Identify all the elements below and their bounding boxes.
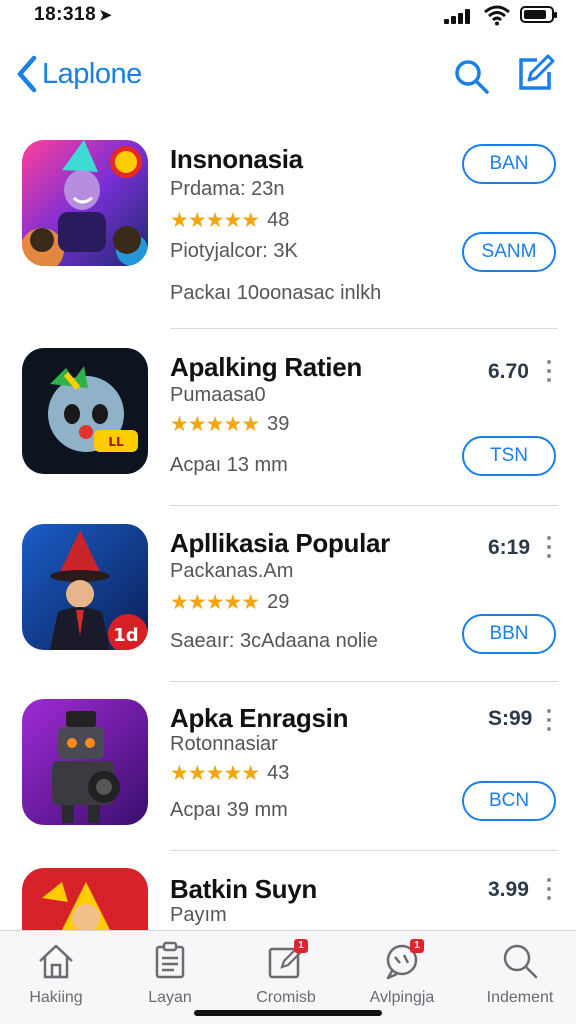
get-button[interactable]: BAN (462, 144, 556, 184)
app-icon[interactable]: 1d (22, 524, 148, 650)
tab-label: Layan (148, 989, 192, 1006)
rating-value: 29 (267, 591, 290, 613)
secondary-button[interactable]: SANM (462, 232, 556, 272)
status-time: 18:318 ➤ (34, 4, 113, 25)
app-icon[interactable]: LL (22, 348, 148, 474)
app-icon[interactable] (22, 140, 148, 266)
app-rating: ★★★★★ 29 (170, 590, 289, 615)
nav-bar: Laplone (0, 44, 576, 108)
star-rating-icon: ★★★★★ (170, 413, 260, 436)
home-indicator[interactable] (194, 1010, 382, 1016)
app-subtitle: Packanas.Am (170, 560, 294, 582)
compose-icon[interactable] (515, 54, 555, 94)
star-rating-icon: ★★★★★ (170, 762, 260, 785)
star-rating-icon: ★★★★★ (170, 591, 260, 614)
svg-text:1d: 1d (113, 625, 138, 646)
divider (170, 328, 558, 329)
wifi-icon (484, 5, 510, 26)
back-label: Laplone (42, 57, 142, 90)
home-icon (39, 944, 73, 979)
app-name: Apalking Ratien (170, 352, 362, 382)
clipboard-icon (155, 941, 185, 979)
app-price: 6.70 (488, 360, 529, 383)
app-name: Insnonasia (170, 144, 303, 174)
rating-value: 48 (267, 209, 290, 231)
tab-search[interactable]: Indement (470, 937, 570, 1007)
app-subtitle: Payım (170, 904, 227, 926)
app-icon[interactable] (22, 699, 148, 825)
app-detail: Packaı 10oonasac inlkh (170, 282, 382, 304)
app-price: S:99 (488, 707, 533, 730)
back-button[interactable]: Laplone (16, 54, 142, 94)
chevron-left-icon (17, 55, 37, 93)
app-price: 6:19 (488, 536, 531, 559)
svg-text:LL: LL (108, 435, 124, 449)
search-icon[interactable] (451, 56, 491, 96)
tab-home[interactable]: Hakiing (6, 937, 106, 1007)
app-detail: Acpaı 13 mm (170, 454, 288, 476)
star-rating-icon: ★★★★★ (170, 209, 260, 232)
tab-label: Cromisb (256, 989, 316, 1006)
location-arrow-icon: ➤ (99, 7, 113, 24)
status-bar: 18:318 ➤ (0, 0, 576, 34)
app-rating: ★★★★★ 43 (170, 761, 289, 786)
battery-icon (520, 6, 557, 23)
notification-badge: 1 (294, 939, 308, 953)
more-icon[interactable] (542, 878, 556, 900)
app-subtitle: Prdama: 23n (170, 178, 285, 200)
get-button[interactable]: BCN (462, 781, 556, 821)
divider (170, 850, 558, 851)
cellular-signal-icon (444, 8, 474, 24)
app-rating: ★★★★★ 39 (170, 412, 289, 437)
tab-label: Hakiing (29, 989, 83, 1006)
search-icon (503, 944, 538, 979)
tab-avlpingja[interactable]: 1 Avlpingja (352, 937, 452, 1007)
tab-label: Avlpingja (369, 989, 435, 1006)
notification-badge: 1 (410, 939, 424, 953)
app-rating: ★★★★★ 48 (170, 208, 289, 233)
get-button[interactable]: TSN (462, 436, 556, 476)
app-price: 3.99 (488, 878, 529, 901)
rating-value: 43 (267, 762, 290, 784)
app-info: Piotyjalcor: 3K (170, 240, 298, 262)
more-icon[interactable] (542, 536, 556, 558)
divider (170, 681, 558, 682)
app-icon[interactable] (22, 868, 148, 930)
app-detail: Saeaır: 3cAdaana nolie (170, 630, 378, 652)
tab-layan[interactable]: Layan (120, 937, 220, 1007)
app-name: Apka Enragsin (170, 703, 349, 733)
divider (170, 505, 558, 506)
app-subtitle: Pumaasa0 (170, 384, 266, 406)
more-icon[interactable] (542, 360, 556, 382)
app-name: Apllikasia Popular (170, 528, 391, 558)
app-subtitle: Rotonnasiar (170, 733, 278, 755)
tab-cromisb[interactable]: 1 Cromisb (236, 937, 336, 1007)
app-name: Batkin Suyn (170, 874, 317, 904)
more-icon[interactable] (542, 709, 556, 731)
rating-value: 39 (267, 413, 290, 435)
tab-label: Indement (486, 989, 554, 1006)
app-detail: Acpaı 39 mm (170, 799, 288, 821)
get-button[interactable]: BBN (462, 614, 556, 654)
